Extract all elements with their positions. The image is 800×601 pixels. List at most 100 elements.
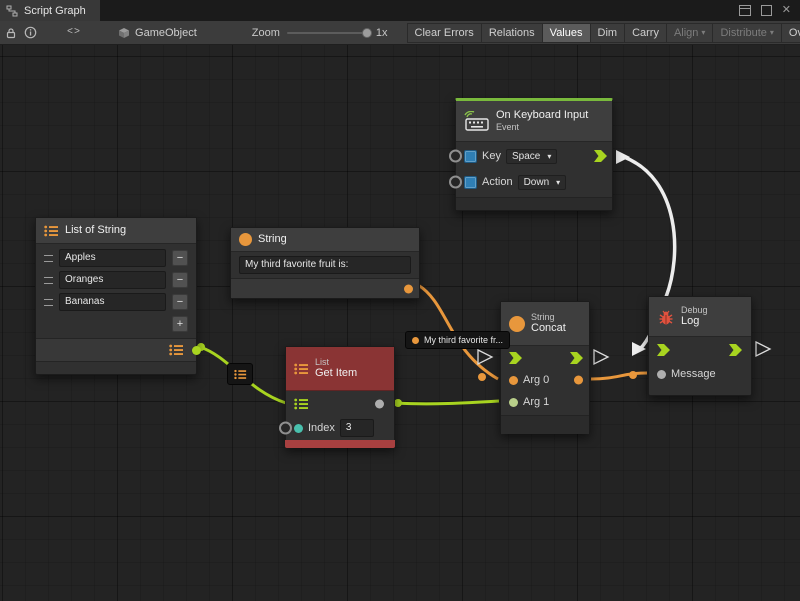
node-header: On Keyboard Input Event <box>456 101 612 142</box>
node-header: List of String <box>36 218 196 244</box>
node-subtitle: Event <box>496 122 588 133</box>
arg0-row: Arg 0 <box>501 370 589 390</box>
dim-button[interactable]: Dim <box>590 23 625 43</box>
node-title: Log <box>681 315 708 328</box>
list-icon <box>294 363 309 375</box>
flow-arrow-icon <box>594 150 608 162</box>
node-concat[interactable]: String Concat Arg 0 Arg 1 <box>500 301 590 434</box>
list-editor: Apples − Oranges − Bananas − + <box>36 244 196 334</box>
index-field[interactable]: 3 <box>340 419 374 437</box>
flow-arrow-icon <box>729 344 743 356</box>
node-debug-log[interactable]: Debug Log Message <box>648 296 752 396</box>
node-category: Debug <box>681 305 708 316</box>
trigger-input-port[interactable] <box>509 352 523 364</box>
distribute-button[interactable]: Distribute▾ <box>712 23 780 43</box>
action-dropdown[interactable]: Down▾ <box>518 175 567 190</box>
trigger-output-port[interactable] <box>594 150 608 162</box>
key-dropdown[interactable]: Space▾ <box>506 149 557 164</box>
gameobject-selector[interactable]: GameObject <box>118 27 197 39</box>
action-input-port[interactable] <box>449 176 462 189</box>
result-output-port[interactable] <box>574 376 583 385</box>
integer-type-icon <box>294 424 303 433</box>
wire-value-dot <box>629 371 637 379</box>
message-input-port[interactable] <box>657 370 666 379</box>
node-get-item[interactable]: List Get Item Index 3 <box>285 346 395 448</box>
clear-errors-button[interactable]: Clear Errors <box>407 23 481 43</box>
add-item-button[interactable]: + <box>172 316 188 332</box>
info-icon[interactable] <box>24 24 37 42</box>
string-value-field[interactable]: My third favorite fruit is: <box>239 256 411 274</box>
index-label: Index <box>308 422 335 434</box>
zoom-value: 1x <box>376 27 388 39</box>
list-output-icon <box>169 344 184 356</box>
list-item-row: Oranges − <box>44 270 188 290</box>
lock-icon[interactable] <box>5 24 17 42</box>
code-preview-icon[interactable]: <> <box>67 24 81 42</box>
close-icon[interactable]: ✕ <box>782 5 791 16</box>
list-output-port[interactable] <box>192 346 201 355</box>
overview-button[interactable]: Overv <box>781 23 800 43</box>
index-input-port[interactable] <box>279 422 292 435</box>
zoom-slider-knob[interactable] <box>362 28 372 38</box>
node-footer <box>501 415 589 434</box>
list-item-row: Apples − <box>44 248 188 268</box>
graph-canvas[interactable]: List of String Apples − Oranges − Banana… <box>0 45 800 601</box>
trigger-input-port[interactable] <box>657 344 671 356</box>
drag-handle-icon[interactable] <box>44 255 53 262</box>
wire-arrowhead <box>616 150 630 164</box>
tab-script-graph[interactable]: Script Graph <box>0 0 100 21</box>
list-input-row <box>286 393 394 415</box>
keycode-icon <box>464 176 477 189</box>
zoom-slider[interactable] <box>287 32 369 34</box>
trigger-output-port[interactable] <box>729 344 743 356</box>
node-footer <box>456 197 612 210</box>
error-bar <box>285 440 395 448</box>
graph-icon <box>6 5 18 17</box>
list-item-value[interactable]: Apples <box>59 249 166 267</box>
trigger-output-port[interactable] <box>570 352 584 364</box>
wire-getitem-to-concat[interactable] <box>396 401 499 404</box>
node-string-literal[interactable]: String My third favorite fruit is: <box>230 227 420 299</box>
list-input-port[interactable] <box>294 398 309 410</box>
chevron-down-icon: ▾ <box>770 28 774 37</box>
drag-handle-icon[interactable] <box>44 299 53 306</box>
string-output-port[interactable] <box>404 284 413 293</box>
string-type-icon <box>509 316 525 332</box>
node-list-of-string[interactable]: List of String Apples − Oranges − Banana… <box>35 217 197 375</box>
list-item-value[interactable]: Oranges <box>59 271 166 289</box>
carry-button[interactable]: Carry <box>624 23 666 43</box>
graph-toolbar: <> GameObject Zoom 1x Clear Errors Relat… <box>0 21 800 45</box>
node-on-keyboard-input[interactable]: On Keyboard Input Event Key Space▾ Actio… <box>455 98 613 211</box>
remove-item-button[interactable]: − <box>172 250 188 266</box>
key-input-port[interactable] <box>449 150 462 163</box>
arg1-label: Arg 1 <box>523 396 549 408</box>
flow-direction-arrow <box>756 342 770 356</box>
layout-icon[interactable] <box>739 5 751 16</box>
node-header: Debug Log <box>649 297 751 337</box>
node-header: String <box>231 228 419 252</box>
maximize-icon[interactable] <box>761 5 772 16</box>
string-value-dot <box>412 337 419 344</box>
message-row: Message <box>649 363 751 385</box>
values-button[interactable]: Values <box>542 23 590 43</box>
wire-concat-to-log[interactable] <box>591 373 647 379</box>
string-preview-text: My third favorite fr... <box>424 335 503 345</box>
flow-direction-arrow <box>478 350 492 364</box>
remove-item-button[interactable]: − <box>172 272 188 288</box>
string-value-preview-chip: My third favorite fr... <box>405 331 510 349</box>
gameobject-icon <box>118 27 130 39</box>
arg1-row: Arg 1 <box>501 392 589 412</box>
item-output-port[interactable] <box>375 400 384 409</box>
title-bar: Script Graph ✕ <box>0 0 800 21</box>
drag-handle-icon[interactable] <box>44 277 53 284</box>
list-item-value[interactable]: Bananas <box>59 293 166 311</box>
align-button[interactable]: Align▾ <box>666 23 712 43</box>
relations-button[interactable]: Relations <box>481 23 542 43</box>
arg1-input-port[interactable] <box>509 398 518 407</box>
toolbar-buttons: Clear Errors Relations Values Dim Carry … <box>407 23 800 43</box>
arg0-input-port[interactable] <box>509 376 518 385</box>
remove-item-button[interactable]: − <box>172 294 188 310</box>
action-label: Action <box>482 176 513 188</box>
chevron-down-icon: ▾ <box>547 152 551 161</box>
output-row <box>36 338 196 362</box>
